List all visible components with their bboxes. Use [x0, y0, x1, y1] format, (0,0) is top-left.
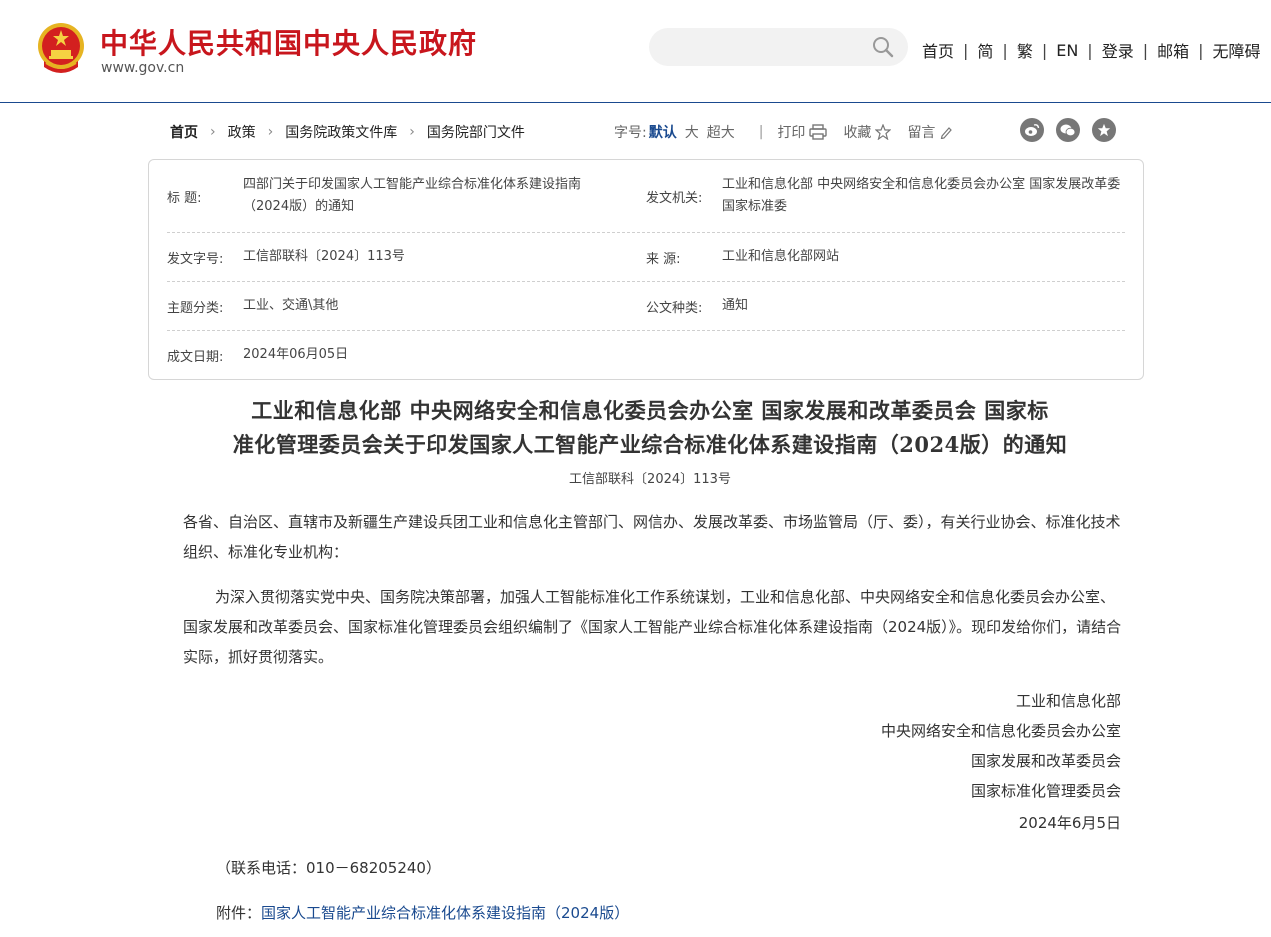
chevron-right-icon: ›	[267, 124, 274, 140]
nav-english[interactable]: EN	[1056, 41, 1078, 60]
site-header: 中华人民共和国中央人民政府 www.gov.cn 首页 | 简 | 繁 | EN | 登…	[0, 0, 1271, 103]
print-label: 打印	[777, 125, 806, 141]
meta-topic-label: 主题分类:	[167, 300, 224, 316]
font-size-label: 字号:	[614, 125, 647, 141]
meta-issuer-label: 发文机关:	[646, 190, 703, 206]
article-toolbar: 字号: 默认 大 超大 | 打印 收藏 留言	[614, 122, 969, 142]
meta-row: 标 题: 四部门关于印发国家人工智能产业综合标准化体系建设指南（2024版）的通…	[167, 160, 1125, 233]
contact-phone: （联系电话：010－68205240）	[216, 859, 441, 877]
search-icon[interactable]	[872, 36, 894, 58]
weibo-icon	[1025, 124, 1040, 136]
meta-docno-value: 工信部联科〔2024〕113号	[243, 249, 405, 264]
signatory: 工业和信息化部	[1015, 692, 1121, 710]
print-button[interactable]: 打印	[777, 122, 828, 142]
comment-label: 留言	[907, 125, 936, 141]
attachment-link[interactable]: 国家人工智能产业综合标准化体系建设指南（2024版）	[261, 904, 629, 922]
meta-title-label: 标 题:	[167, 190, 202, 206]
meta-source-label: 来 源:	[646, 251, 681, 267]
nav-mail[interactable]: 邮箱	[1157, 38, 1189, 62]
star-icon	[1097, 123, 1111, 137]
nav-login[interactable]: 登录	[1102, 38, 1134, 62]
document-meta-table: 标 题: 四部门关于印发国家人工智能产业综合标准化体系建设指南（2024版）的通…	[148, 159, 1144, 380]
breadcrumb: 首页 › 政策 › 国务院政策文件库 › 国务院部门文件	[170, 122, 525, 142]
article-salutation: 各省、自治区、直辖市及新疆生产建设兵团工业和信息化主管部门、网信办、发展改革委、…	[183, 513, 1121, 561]
attachment: 附件：国家人工智能产业综合标准化体系建设指南（2024版）	[216, 902, 629, 923]
meta-topic-value: 工业、交通\其他	[243, 298, 339, 313]
share-buttons	[1020, 118, 1116, 142]
meta-docno-label: 发文字号:	[167, 251, 224, 267]
favorite-share-button[interactable]	[1092, 118, 1116, 142]
article-title: 工业和信息化部 中央网络安全和信息化委员会办公室 国家发展和改革委员会 国家标 …	[180, 394, 1120, 462]
star-icon	[875, 124, 892, 140]
signatory: 中央网络安全和信息化委员会办公室	[880, 722, 1121, 740]
signatory: 国家发展和改革委员会	[970, 752, 1121, 770]
nav-accessibility[interactable]: 无障碍	[1213, 38, 1261, 62]
site-title[interactable]: 中华人民共和国中央人民政府	[100, 22, 477, 62]
toolbar-divider: |	[758, 124, 764, 140]
meta-issuer-value: 工业和信息化部 中央网络安全和信息化委员会办公室 国家发展改革委 国家标准委	[722, 177, 1121, 214]
breadcrumb-policy[interactable]: 政策	[228, 122, 256, 142]
signatory: 国家标准化管理委员会	[970, 782, 1121, 800]
chevron-right-icon: ›	[210, 124, 216, 140]
printer-icon	[809, 124, 828, 140]
meta-row: 发文字号: 工信部联科〔2024〕113号 来 源: 工业和信息化部网站	[167, 233, 1125, 282]
meta-source-value: 工业和信息化部网站	[722, 249, 840, 264]
nav-separator: |	[1041, 40, 1048, 60]
nav-traditional[interactable]: 繁	[1017, 38, 1033, 62]
wechat-share-button[interactable]	[1056, 118, 1080, 142]
breadcrumb-home[interactable]: 首页	[170, 122, 198, 142]
font-size-large[interactable]: 大	[685, 122, 699, 142]
site-domain: www.gov.cn	[101, 60, 185, 76]
nav-home[interactable]: 首页	[922, 38, 954, 62]
search-input[interactable]	[649, 28, 908, 66]
chevron-right-icon: ›	[409, 124, 415, 140]
nav-separator: |	[1002, 40, 1008, 60]
article-doc-number: 工信部联科〔2024〕113号	[569, 472, 731, 487]
favorite-button[interactable]: 收藏	[843, 122, 892, 142]
nav-simplified[interactable]: 简	[977, 38, 993, 62]
article-title-line: 准化管理委员会关于印发国家人工智能产业综合标准化体系建设指南（2024版）的通知	[232, 432, 1068, 457]
wechat-icon	[1060, 124, 1076, 137]
comment-button[interactable]: 留言	[907, 122, 953, 142]
article-body: 为深入贯彻落实党中央、国务院决策部署，加强人工智能标准化工作系统谋划，工业和信息…	[183, 588, 1122, 666]
meta-type-value: 通知	[722, 298, 749, 313]
meta-row: 主题分类: 工业、交通\其他 公文种类: 通知	[167, 282, 1125, 331]
font-size-xlarge[interactable]: 超大	[707, 122, 735, 142]
article-title-line: 工业和信息化部 中央网络安全和信息化委员会办公室 国家发展和改革委员会 国家标	[251, 398, 1049, 423]
national-emblem-icon[interactable]	[36, 21, 86, 77]
meta-date-value: 2024年06月05日	[243, 347, 349, 362]
meta-title-value: 四部门关于印发国家人工智能产业综合标准化体系建设指南（2024版）的通知	[243, 177, 582, 214]
nav-separator: |	[1142, 40, 1149, 60]
sign-date: 2024年6月5日	[1018, 814, 1121, 832]
meta-type-label: 公文种类:	[646, 300, 703, 316]
pencil-icon	[941, 127, 953, 139]
favorite-label: 收藏	[843, 125, 872, 141]
meta-date-label: 成文日期:	[167, 349, 224, 365]
nav-separator: |	[1198, 40, 1204, 60]
attachment-label: 附件：	[216, 904, 262, 922]
font-size-default[interactable]: 默认	[649, 122, 677, 142]
breadcrumb-dept-docs[interactable]: 国务院部门文件	[427, 122, 525, 142]
nav-separator: |	[1087, 40, 1093, 60]
breadcrumb-policy-library[interactable]: 国务院政策文件库	[285, 122, 397, 142]
top-nav: 首页 | 简 | 繁 | EN | 登录 | 邮箱 | 无障碍	[922, 38, 1261, 62]
weibo-share-button[interactable]	[1020, 118, 1044, 142]
nav-separator: |	[963, 40, 969, 60]
meta-row: 成文日期: 2024年06月05日	[167, 331, 1125, 379]
